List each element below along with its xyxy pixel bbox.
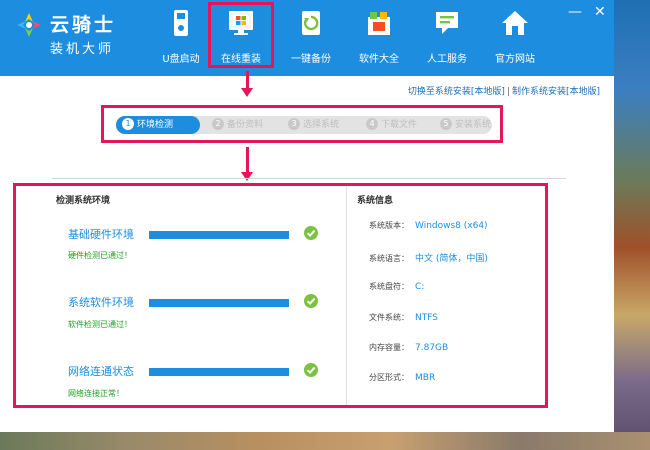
- sysinfo-row-filesystem: 文件系统： NTFS: [369, 312, 438, 323]
- software-progress-bar: [149, 299, 289, 307]
- step-install-system: 5 安装系统: [440, 116, 491, 134]
- app-window: 云骑士 装机大师 U盘启动 在线重装 一键备份 软件大全 人工服务 官方网站 —…: [0, 0, 614, 432]
- annotation-arrow-2-head: [241, 172, 253, 181]
- step-number: 2: [212, 118, 224, 130]
- checkmark-icon: [304, 363, 318, 377]
- checkmark-icon: [304, 294, 318, 308]
- annotation-arrow-2: [246, 147, 249, 173]
- sysinfo-section-title: 系统信息: [357, 196, 394, 206]
- nav-one-click-backup-label: 一键备份: [291, 54, 331, 65]
- sysinfo-key: 分区形式：: [369, 373, 409, 382]
- sysinfo-key: 系统盘符：: [369, 282, 409, 291]
- step-number: 1: [122, 118, 134, 130]
- sysinfo-key: 系统语言：: [369, 254, 409, 263]
- desktop-background-right: [614, 0, 650, 450]
- app-title: 云骑士: [50, 14, 117, 36]
- desktop-background-bottom: [0, 432, 650, 450]
- step-progress-bar: 1 环境检测 2 备份资料 3 选择系统 4 下载文件 5 安装系统: [116, 116, 492, 134]
- nav-online-reinstall[interactable]: 在线重装: [208, 2, 274, 68]
- minimize-button[interactable]: —: [568, 4, 582, 20]
- step-label: 下载文件: [381, 120, 418, 130]
- software-box-icon: [368, 12, 390, 35]
- step-label: 安装系统: [455, 120, 492, 130]
- switch-local-install-link[interactable]: 切换至系统安装[本地版]: [408, 87, 505, 97]
- nav-human-service[interactable]: 人工服务: [414, 2, 480, 68]
- make-local-install-link[interactable]: 制作系统安装[本地版]: [512, 87, 600, 97]
- link-separator: |: [506, 87, 510, 97]
- sysinfo-row-partition: 分区形式： MBR: [369, 372, 435, 383]
- sysinfo-key: 文件系统：: [369, 313, 409, 322]
- step-label: 备份资料: [227, 120, 264, 130]
- chat-service-icon: [436, 12, 458, 34]
- nav-human-service-label: 人工服务: [427, 54, 467, 65]
- step-label: 选择系统: [303, 120, 340, 130]
- network-check-status: 网络连接正常！: [68, 389, 124, 398]
- nav-software-center-label: 软件大全: [359, 54, 399, 65]
- detect-section-title: 检测系统环境: [56, 196, 111, 206]
- install-mode-links: 切换至系统安装[本地版] | 制作系统安装[本地版]: [408, 84, 600, 97]
- nav-software-center[interactable]: 软件大全: [346, 2, 412, 68]
- sysinfo-value: 7.87GB: [415, 343, 449, 353]
- checkmark-icon: [304, 226, 318, 240]
- nav-official-website-label: 官方网站: [495, 54, 535, 65]
- backup-sync-icon: [302, 11, 320, 35]
- network-check-title: 网络连通状态: [68, 365, 134, 378]
- divider: [52, 178, 566, 179]
- step-label: 环境检测: [137, 120, 174, 130]
- sysinfo-key: 内存容量：: [369, 343, 409, 352]
- sysinfo-key: 系统版本：: [369, 221, 409, 230]
- sysinfo-row-language: 系统语言： 中文 (简体，中国): [369, 251, 488, 264]
- sysinfo-value: Windows8 (x64): [415, 221, 488, 231]
- app-subtitle: 装机大师: [50, 42, 115, 57]
- nav-official-website[interactable]: 官方网站: [482, 2, 548, 68]
- network-progress-bar: [149, 368, 289, 376]
- usb-drive-icon: [174, 10, 188, 36]
- nav-usb-boot[interactable]: U盘启动: [148, 2, 214, 68]
- windows-monitor-icon: [229, 11, 253, 35]
- sysinfo-value: C:: [415, 282, 425, 292]
- app-logo: 云骑士 装机大师: [14, 6, 124, 66]
- sysinfo-row-version: 系统版本： Windows8 (x64): [369, 220, 488, 231]
- nav-online-reinstall-label: 在线重装: [221, 54, 261, 65]
- annotation-arrow-1: [246, 71, 249, 89]
- close-button[interactable]: ✕: [594, 4, 606, 20]
- sysinfo-value: NTFS: [415, 313, 438, 323]
- nav-usb-boot-label: U盘启动: [162, 54, 200, 65]
- logo-mark-icon: [17, 13, 41, 37]
- software-check-status: 软件检测已通过！: [68, 320, 132, 329]
- step-select-system: 3 选择系统: [288, 116, 339, 134]
- sysinfo-row-drive: 系统盘符： C:: [369, 281, 424, 292]
- sysinfo-value: MBR: [415, 373, 436, 383]
- home-website-icon: [502, 11, 528, 35]
- panel-divider: [346, 186, 347, 405]
- step-number: 3: [288, 118, 300, 130]
- step-download-files: 4 下载文件: [366, 116, 417, 134]
- annotation-arrow-1-head: [241, 88, 253, 97]
- nav-one-click-backup[interactable]: 一键备份: [278, 2, 344, 68]
- step-number: 5: [440, 118, 452, 130]
- step-environment-check: 1 环境检测: [116, 116, 200, 134]
- hardware-check-status: 硬件检测已通过！: [68, 251, 132, 260]
- step-progress-highlight: 1 环境检测 2 备份资料 3 选择系统 4 下载文件 5 安装系统: [101, 105, 503, 143]
- step-number: 4: [366, 118, 378, 130]
- step-backup-data: 2 备份资料: [212, 116, 263, 134]
- hardware-check-title: 基础硬件环境: [68, 228, 134, 241]
- sysinfo-value: 中文 (简体，中国): [415, 254, 488, 264]
- environment-check-panel: 检测系统环境 系统信息 基础硬件环境 硬件检测已通过！ 系统软件环境 软件检测已…: [13, 183, 548, 408]
- sysinfo-row-memory: 内存容量： 7.87GB: [369, 342, 448, 353]
- software-check-title: 系统软件环境: [68, 296, 134, 309]
- hardware-progress-bar: [149, 231, 289, 239]
- header-bar: 云骑士 装机大师 U盘启动 在线重装 一键备份 软件大全 人工服务 官方网站 —…: [0, 0, 614, 76]
